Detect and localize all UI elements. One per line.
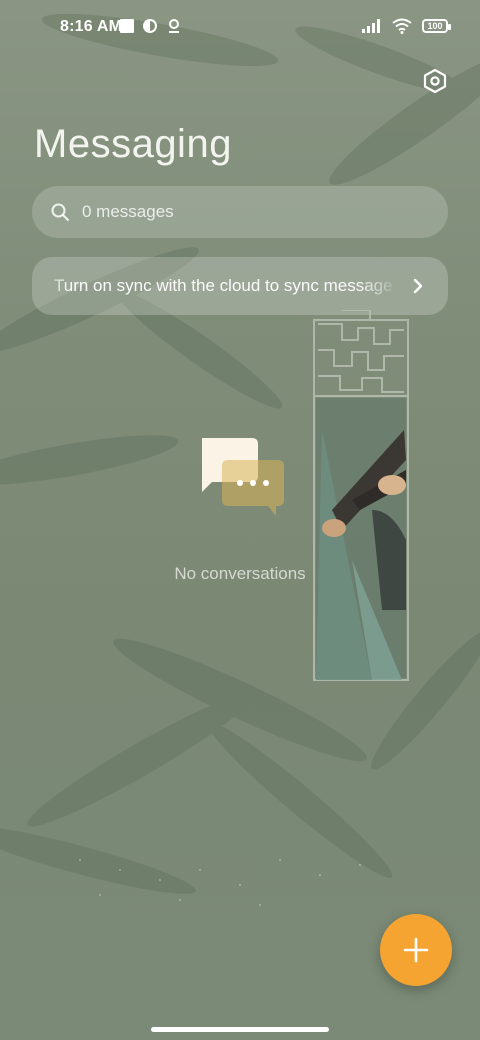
search-placeholder: 0 messages (82, 202, 174, 221)
status-bar: 8:16 AM 100 (0, 0, 480, 56)
status-time: 8:16 AM (60, 18, 123, 35)
page-title: Messaging (34, 122, 232, 166)
app-notification-icon (143, 19, 157, 33)
home-indicator[interactable] (151, 1027, 329, 1032)
new-message-button[interactable] (380, 914, 452, 986)
plus-icon (403, 937, 429, 963)
square-notification-icon (120, 19, 134, 33)
status-system-icons: 100 (362, 18, 451, 34)
battery-icon: 100 (422, 19, 451, 33)
cloud-sync-banner[interactable]: Turn on sync with the cloud to sync mess… (32, 257, 448, 315)
search-bar[interactable]: 0 messages (32, 186, 448, 238)
chevron-right-icon (413, 278, 423, 294)
sync-banner-text: Turn on sync with the cloud to sync mess… (54, 276, 392, 295)
status-notification-icons (120, 18, 182, 34)
battery-level: 100 (427, 21, 443, 31)
hexagon-settings-icon (423, 68, 447, 94)
search-icon (50, 201, 72, 223)
location-notification-icon (169, 19, 179, 33)
decorative-lattice-artwork (313, 310, 409, 681)
settings-button[interactable] (420, 66, 450, 96)
chat-bubbles-icon (202, 438, 284, 516)
signal-icon (362, 19, 380, 33)
empty-state-text: No conversations (174, 564, 306, 583)
wifi-icon (392, 18, 412, 34)
